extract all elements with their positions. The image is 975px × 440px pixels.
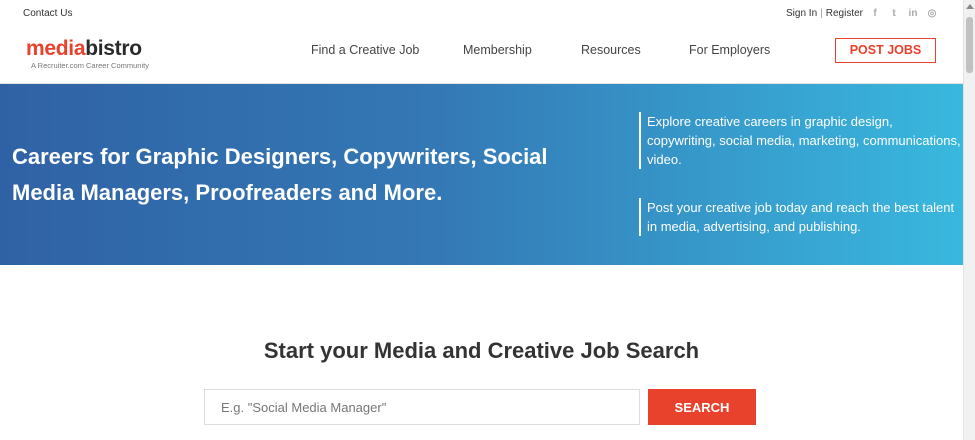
linkedin-icon[interactable]: in: [908, 8, 918, 19]
top-utility-bar: Contact Us Sign In | Register f t in ◎: [0, 0, 963, 28]
hero-title: Careers for Graphic Designers, Copywrite…: [12, 144, 548, 205]
auth-links: Sign In | Register: [786, 8, 863, 19]
social-links: f t in ◎: [870, 8, 937, 19]
logo-bistro: bistro: [85, 37, 142, 60]
logo-tagline: A Recruiter.com Career Community: [31, 61, 149, 70]
logo-media: media: [26, 37, 86, 60]
scrollbar-thumb[interactable]: [966, 17, 973, 73]
page-scrollbar[interactable]: [963, 0, 975, 440]
facebook-icon[interactable]: f: [870, 8, 880, 19]
hero-banner: Careers for Graphic Designers, Copywrite…: [0, 84, 963, 265]
search-heading: Start your Media and Creative Job Search: [263, 338, 700, 363]
scroll-up-arrow-icon[interactable]: [966, 4, 974, 9]
mediabistro-logo[interactable]: mediabistro A Recruiter.com Career Commu…: [26, 38, 149, 71]
register-link[interactable]: Register: [826, 8, 863, 19]
nav-membership[interactable]: Membership: [463, 43, 532, 57]
nav-resources[interactable]: Resources: [581, 43, 641, 57]
job-search-input[interactable]: [204, 389, 640, 425]
hero-blurb-explore: Explore creative careers in graphic desi…: [639, 112, 962, 169]
post-jobs-button[interactable]: POST JOBS: [835, 38, 936, 63]
contact-us-link[interactable]: Contact Us: [23, 8, 72, 19]
nav-find-creative-job[interactable]: Find a Creative Job: [311, 43, 419, 57]
logo-wordmark: mediabistro: [26, 38, 149, 60]
hero-blurb-post: Post your creative job today and reach t…: [639, 198, 962, 236]
twitter-icon[interactable]: t: [889, 8, 899, 19]
nav-for-employers[interactable]: For Employers: [689, 43, 770, 57]
instagram-icon[interactable]: ◎: [927, 8, 937, 19]
sign-in-link[interactable]: Sign In: [786, 8, 817, 19]
search-button[interactable]: SEARCH: [648, 389, 756, 425]
auth-separator: |: [820, 8, 823, 19]
site-header: mediabistro A Recruiter.com Career Commu…: [0, 28, 963, 84]
